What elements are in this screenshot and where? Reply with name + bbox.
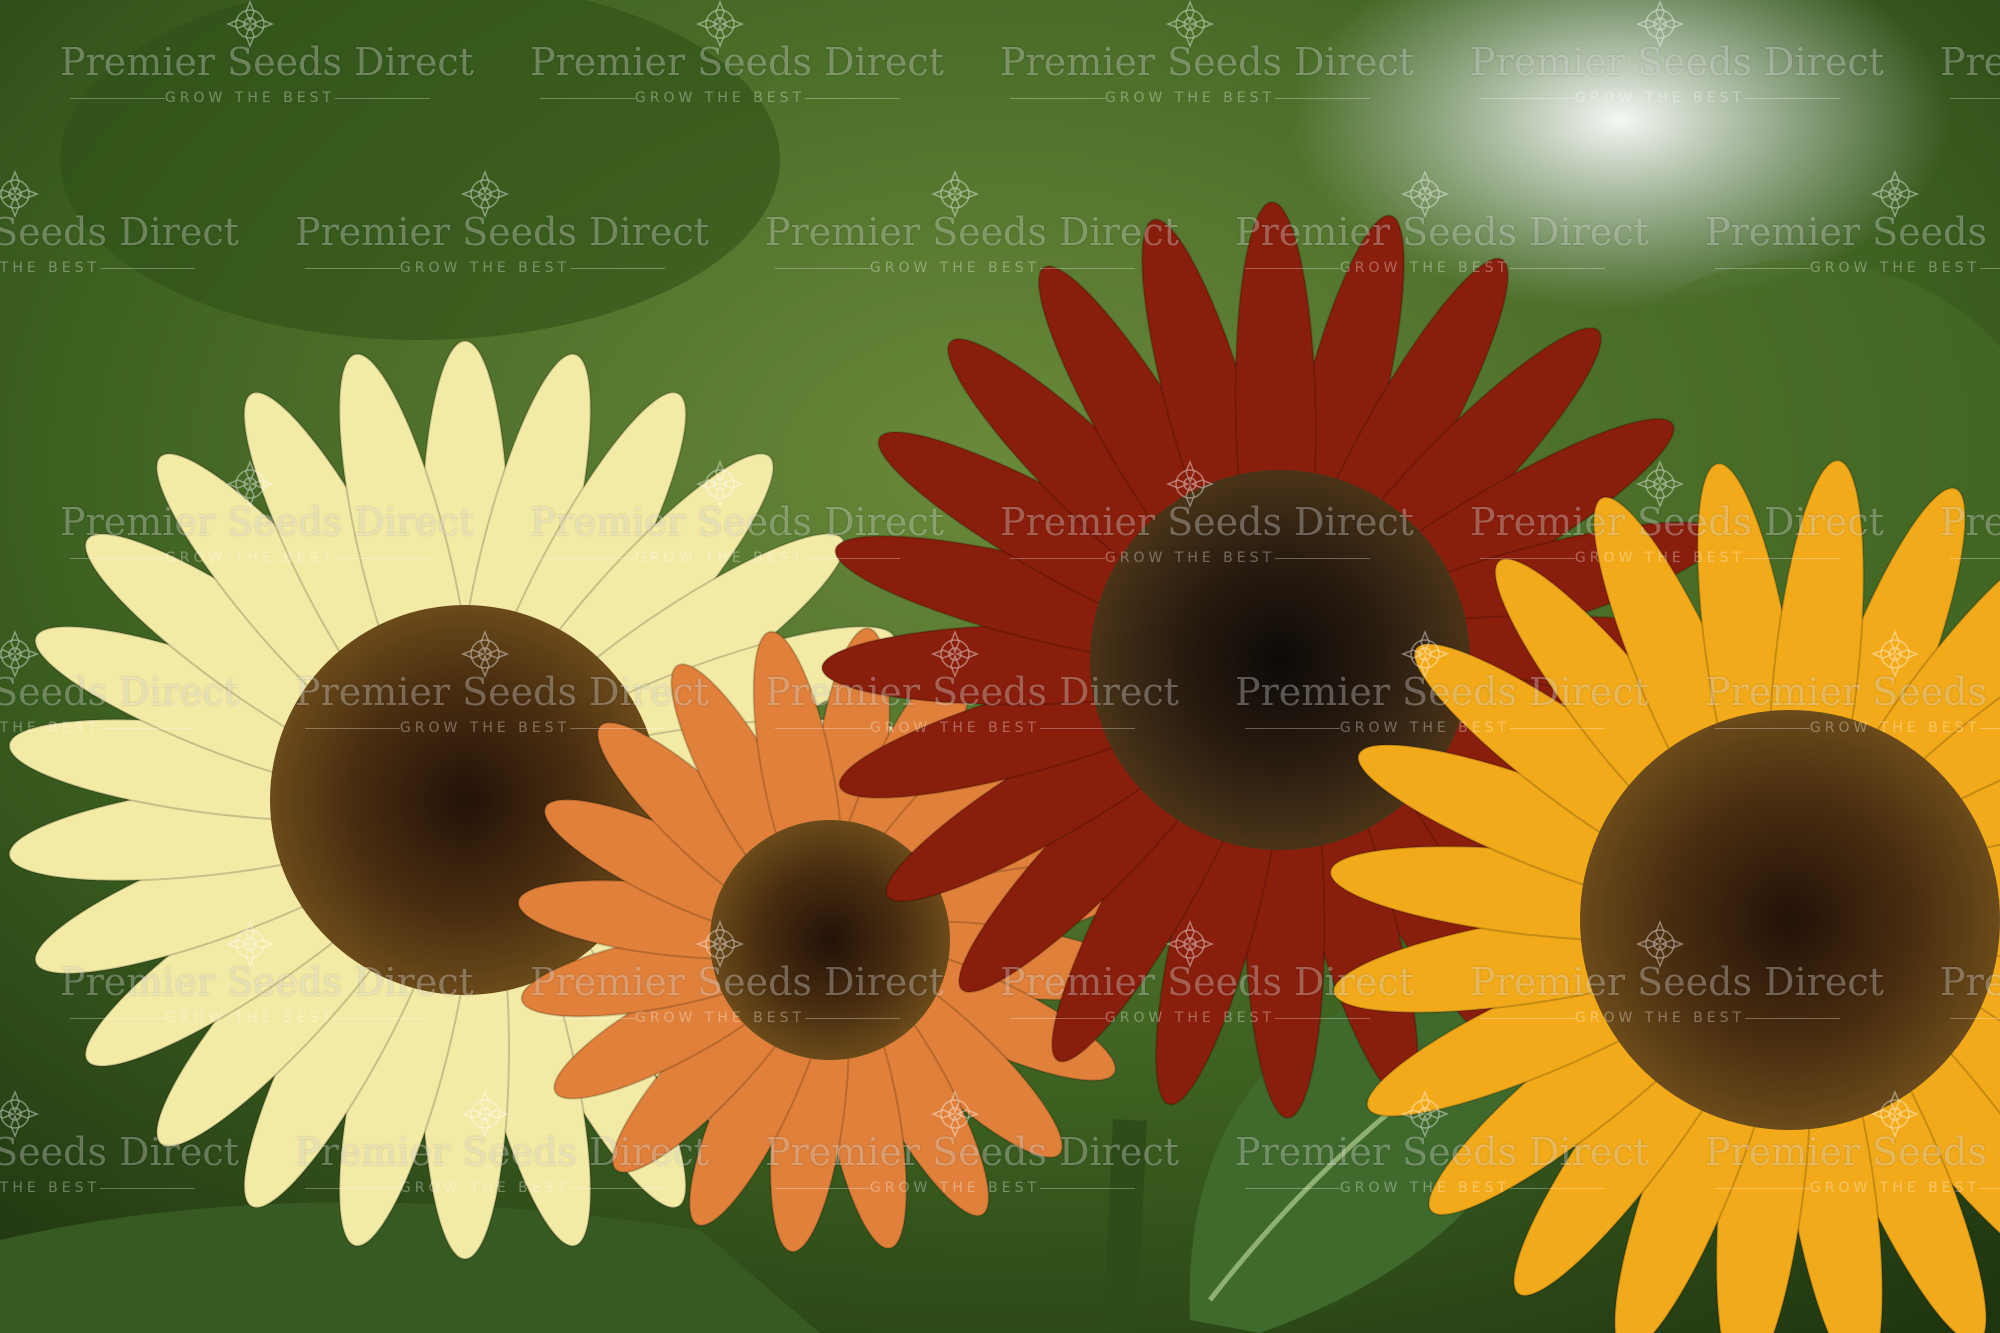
sunflower-photo — [0, 0, 2000, 1333]
flower-center — [1580, 710, 2000, 1130]
stem — [1103, 1119, 1147, 1333]
photo-stage: Premier Seeds Direct GROW THE BEST Premier… — [0, 0, 2000, 1333]
